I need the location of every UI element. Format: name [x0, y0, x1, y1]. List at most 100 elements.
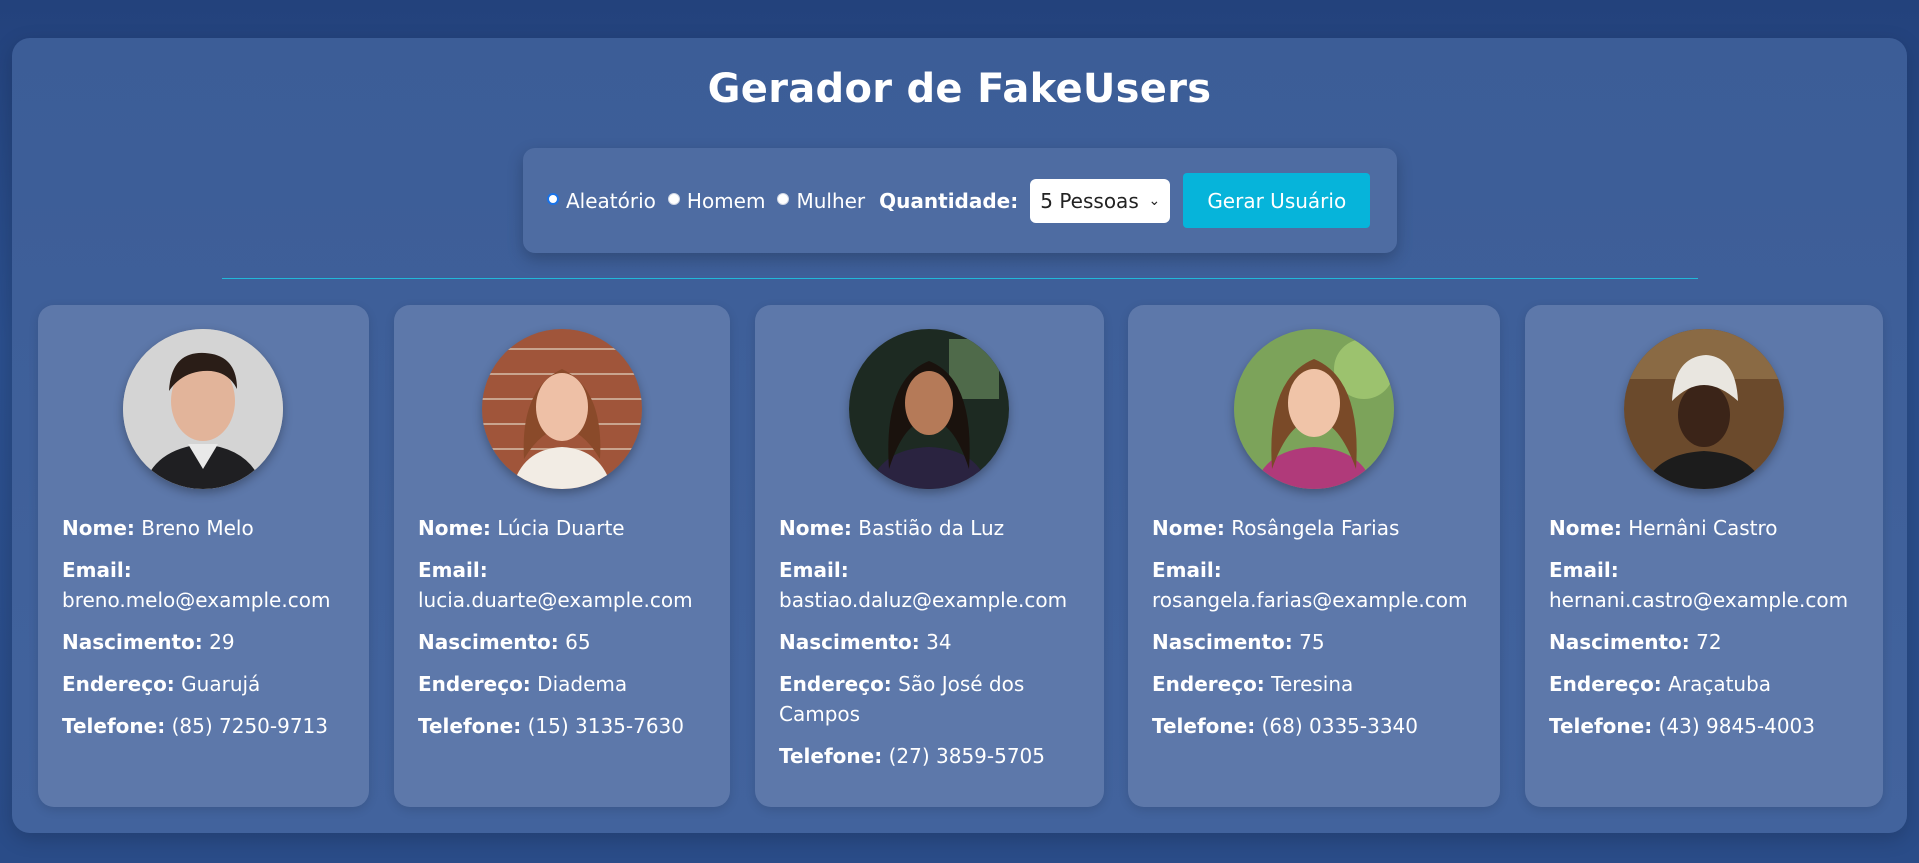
field-label: Nome:: [1549, 516, 1622, 540]
field-address: Endereço: Teresina: [1152, 669, 1490, 699]
field-value: 72: [1696, 630, 1722, 654]
field-value: 29: [209, 630, 235, 654]
field-label: Nascimento:: [62, 630, 203, 654]
user-card: Nome: Lúcia Duarte Email: lucia.duarte@ex…: [394, 305, 730, 807]
field-label: Endereço:: [1549, 672, 1662, 696]
avatar: [1234, 329, 1394, 489]
field-birth: Nascimento: 34: [779, 627, 1094, 657]
field-value: Bastião da Luz: [858, 516, 1005, 540]
field-phone: Telefone: (68) 0335-3340: [1152, 711, 1490, 741]
field-value: Hernâni Castro: [1628, 516, 1778, 540]
field-email: Email: lucia.duarte@example.com: [418, 555, 720, 615]
radio-label: Mulher: [796, 188, 866, 213]
field-value: lucia.duarte@example.com: [418, 588, 693, 612]
field-address: Endereço: Guarujá: [62, 669, 359, 699]
field-name: Nome: Breno Melo: [62, 513, 359, 543]
user-card: Nome: Rosângela Farias Email: rosangela.f…: [1128, 305, 1500, 807]
field-label: Email:: [62, 558, 132, 582]
field-label: Email:: [1152, 558, 1222, 582]
field-email: Email: rosangela.farias@example.com: [1152, 555, 1490, 615]
field-value: (85) 7250-9713: [171, 714, 329, 738]
user-card: Nome: Breno Melo Email: breno.melo@exampl…: [38, 305, 369, 807]
controls-bar: Aleatório Homem Mulher Quantidade: 5 Pes…: [523, 148, 1397, 253]
field-value: (68) 0335-3340: [1261, 714, 1419, 738]
chevron-down-icon: ⌄: [1148, 192, 1161, 209]
field-value: hernani.castro@example.com: [1549, 588, 1849, 612]
field-label: Nascimento:: [1549, 630, 1690, 654]
quantity-label: Quantidade:: [879, 188, 1019, 213]
field-label: Nome:: [1152, 516, 1225, 540]
radio-button-checked[interactable]: [547, 192, 559, 205]
radio-mulher[interactable]: Mulher: [777, 189, 865, 213]
field-email: Email: hernani.castro@example.com: [1549, 555, 1873, 615]
field-address: Endereço: Araçatuba: [1549, 669, 1873, 699]
generate-user-button[interactable]: Gerar Usuário: [1183, 173, 1371, 228]
field-birth: Nascimento: 72: [1549, 627, 1873, 657]
user-fields: Nome: Breno Melo Email: breno.melo@exampl…: [62, 513, 359, 753]
field-label: Email:: [779, 558, 849, 582]
field-address: Endereço: São José dos Campos: [779, 669, 1094, 729]
field-birth: Nascimento: 65: [418, 627, 720, 657]
user-card: Nome: Bastião da Luz Email: bastiao.daluz…: [755, 305, 1104, 807]
field-value: rosangela.farias@example.com: [1152, 588, 1468, 612]
divider: [222, 278, 1698, 279]
radio-button[interactable]: [667, 192, 680, 205]
field-label: Telefone:: [62, 714, 166, 738]
field-label: Endereço:: [62, 672, 175, 696]
field-birth: Nascimento: 29: [62, 627, 359, 657]
field-label: Endereço:: [418, 672, 531, 696]
field-label: Endereço:: [779, 672, 892, 696]
field-name: Nome: Bastião da Luz: [779, 513, 1094, 543]
field-value: bastiao.daluz@example.com: [779, 588, 1068, 612]
field-label: Nascimento:: [418, 630, 559, 654]
radio-label: Homem: [686, 188, 766, 213]
field-value: Araçatuba: [1668, 672, 1772, 696]
avatar: [849, 329, 1009, 489]
field-label: Nome:: [418, 516, 491, 540]
field-value: 34: [926, 630, 952, 654]
field-label: Nome:: [62, 516, 135, 540]
quantity-select[interactable]: 5 Pessoas ⌄: [1030, 178, 1171, 223]
field-value: Diadema: [537, 672, 628, 696]
radio-aleatorio[interactable]: Aleatório: [547, 189, 656, 213]
field-label: Telefone:: [1549, 714, 1653, 738]
field-value: (15) 3135-7630: [527, 714, 685, 738]
field-label: Nascimento:: [1152, 630, 1293, 654]
field-address: Endereço: Diadema: [418, 669, 720, 699]
field-value: (27) 3859-5705: [888, 744, 1046, 768]
field-name: Nome: Lúcia Duarte: [418, 513, 720, 543]
radio-button[interactable]: [777, 192, 790, 205]
field-value: Teresina: [1271, 672, 1354, 696]
radio-label: Aleatório: [566, 188, 656, 213]
user-card: Nome: Hernâni Castro Email: hernani.castr…: [1525, 305, 1883, 807]
field-email: Email: breno.melo@example.com: [62, 555, 359, 615]
field-value: Lúcia Duarte: [497, 516, 625, 540]
field-phone: Telefone: (27) 3859-5705: [779, 741, 1094, 771]
user-fields: Nome: Rosângela Farias Email: rosangela.f…: [1152, 513, 1490, 753]
field-value: Breno Melo: [141, 516, 254, 540]
field-label: Nome:: [779, 516, 852, 540]
field-name: Nome: Rosângela Farias: [1152, 513, 1490, 543]
field-label: Endereço:: [1152, 672, 1265, 696]
user-fields: Nome: Hernâni Castro Email: hernani.castr…: [1549, 513, 1873, 753]
page-title: Gerador de FakeUsers: [707, 66, 1212, 112]
field-value: breno.melo@example.com: [62, 588, 331, 612]
radio-homem[interactable]: Homem: [667, 188, 766, 213]
avatar: [482, 329, 642, 489]
field-value: 75: [1299, 630, 1325, 654]
field-phone: Telefone: (85) 7250-9713: [62, 711, 359, 741]
field-label: Email:: [1549, 558, 1619, 582]
field-value: (43) 9845-4003: [1658, 714, 1816, 738]
field-label: Telefone:: [418, 714, 522, 738]
field-name: Nome: Hernâni Castro: [1549, 513, 1873, 543]
field-value: Guarujá: [181, 672, 261, 696]
field-value: 65: [565, 630, 591, 654]
quantity-select-value: 5 Pessoas: [1040, 188, 1139, 213]
avatar: [1624, 329, 1784, 489]
field-label: Nascimento:: [779, 630, 920, 654]
field-birth: Nascimento: 75: [1152, 627, 1490, 657]
field-label: Telefone:: [779, 744, 883, 768]
field-label: Email:: [418, 558, 488, 582]
field-phone: Telefone: (43) 9845-4003: [1549, 711, 1873, 741]
field-value: Rosângela Farias: [1231, 516, 1400, 540]
